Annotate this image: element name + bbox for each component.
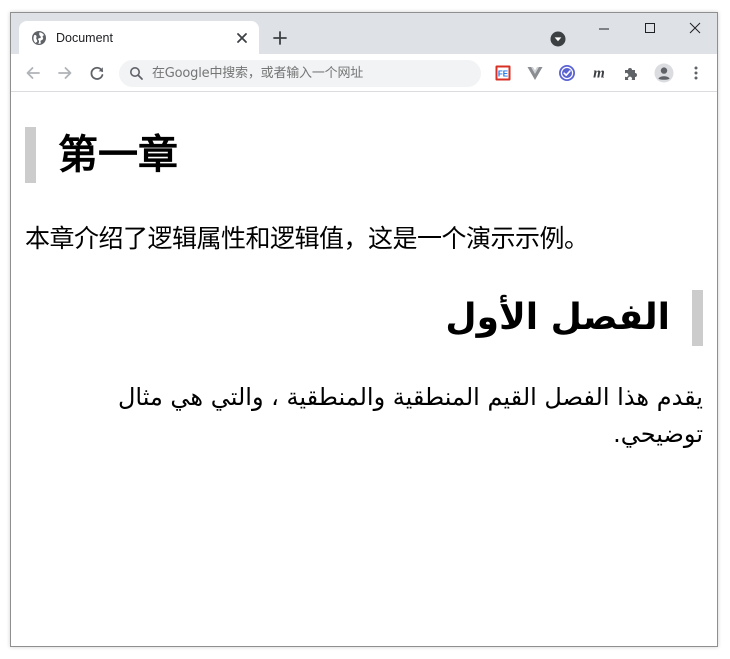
vue-devtools-icon[interactable] (526, 64, 544, 82)
minimize-icon[interactable] (587, 17, 621, 41)
tab-search-dropdown-icon[interactable] (549, 30, 567, 48)
fe-extension-label: FE (498, 70, 509, 79)
section-paragraph: يقدم هذا الفصل القيم المنطقية والمنطقية … (117, 383, 703, 448)
chapter-heading: 第一章 (25, 127, 178, 183)
globe-icon (32, 31, 46, 45)
kebab-menu-icon[interactable] (687, 64, 705, 82)
m-extension-label: m (593, 66, 605, 82)
tab-strip: Document (11, 13, 717, 54)
reload-icon[interactable] (87, 63, 107, 83)
m-extension-icon[interactable]: m (590, 64, 608, 82)
page-content: 第一章 本章介绍了逻辑属性和逻辑值，这是一个演示示例。 الفصل الأول … (11, 93, 717, 646)
check-extension-icon[interactable] (558, 64, 576, 82)
close-icon[interactable] (233, 29, 251, 47)
section-heading: الفصل الأول (445, 290, 703, 346)
toolbar: FE m (11, 54, 717, 92)
address-input[interactable] (152, 65, 472, 82)
chapter-paragraph: 本章介绍了逻辑属性和逻辑值，这是一个演示示例。 (25, 224, 589, 253)
maximize-icon[interactable] (633, 17, 667, 41)
address-bar[interactable] (119, 60, 481, 87)
browser-window: Document 在Google中搜索，或者输入一个网址 FE m 第一章 本章… (10, 12, 718, 647)
feheader-extension-icon[interactable]: FE (494, 64, 512, 82)
plus-icon[interactable] (270, 28, 290, 48)
window-close-icon[interactable] (678, 17, 712, 41)
forward-arrow-icon[interactable] (55, 63, 75, 83)
back-arrow-icon[interactable] (23, 63, 43, 83)
avatar-icon[interactable] (654, 63, 674, 83)
tab-title: Document (56, 31, 113, 45)
tab-document[interactable]: Document (19, 21, 259, 54)
puzzle-icon[interactable] (622, 64, 640, 82)
search-icon (130, 67, 143, 80)
